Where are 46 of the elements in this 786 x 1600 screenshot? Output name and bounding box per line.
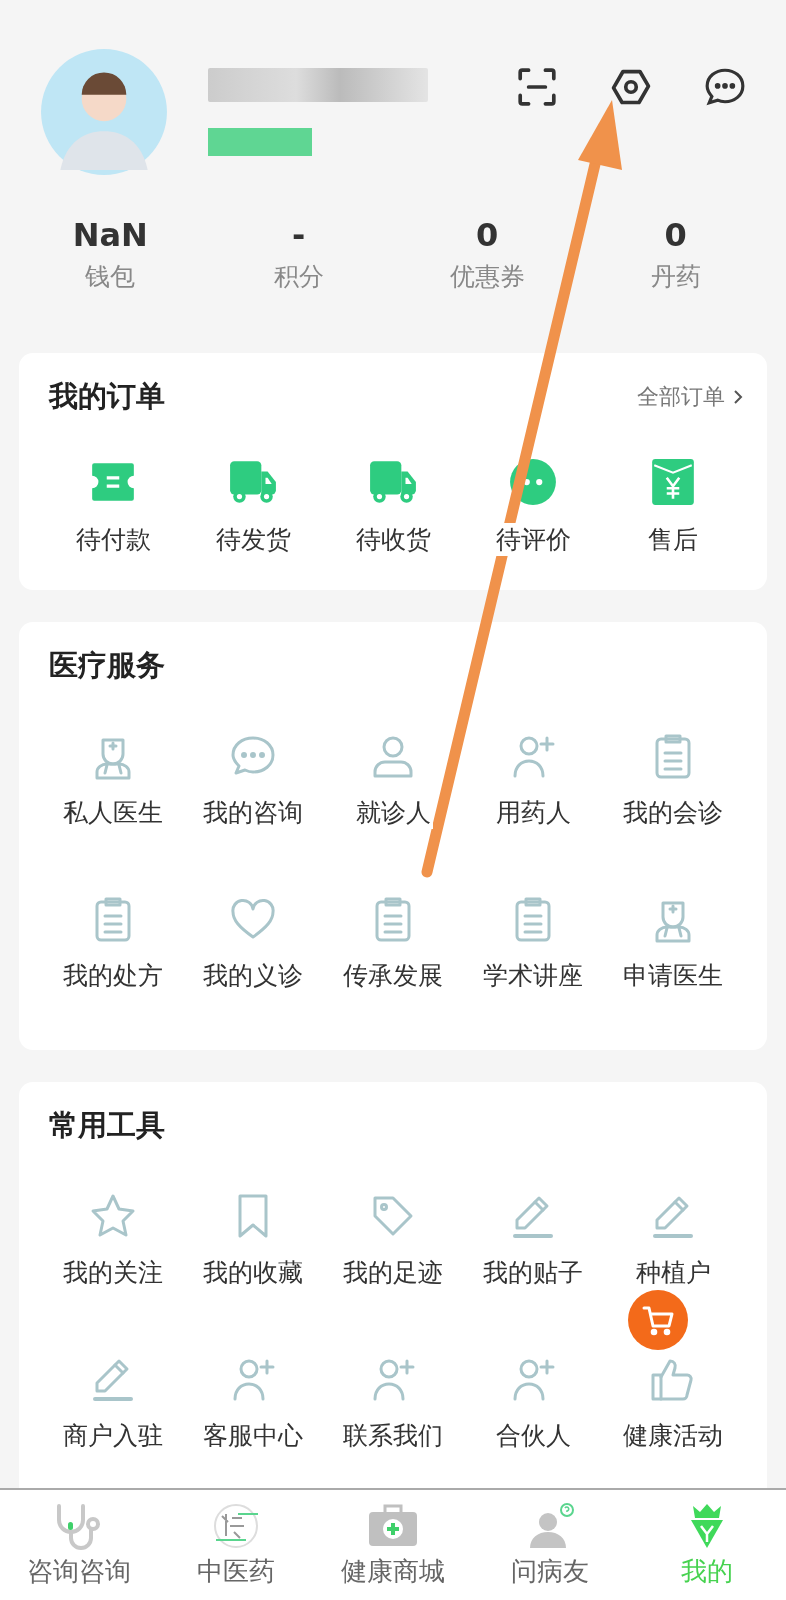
all-orders-link[interactable]: 全部订单 [637, 382, 743, 412]
service-item[interactable]: 商户入驻 [43, 1355, 183, 1452]
section-title: 医疗服务 [49, 647, 165, 684]
order-status-item[interactable]: 售后 [603, 457, 743, 556]
service-item[interactable]: 申请医生 [603, 895, 743, 992]
avatar[interactable] [38, 46, 170, 178]
service-item[interactable]: 用药人 [463, 732, 603, 829]
service-item[interactable]: 私人医生 [43, 732, 183, 829]
section-title: 我的订单 [49, 378, 165, 415]
stat-value: NaN [72, 216, 148, 254]
stat-label: 钱包 [85, 261, 136, 293]
service-item[interactable]: 我的贴子 [463, 1192, 603, 1289]
chevron-right-icon [733, 389, 743, 405]
service-item[interactable]: 合伙人 [463, 1355, 603, 1452]
order-status-item[interactable]: 待收货 [323, 457, 463, 556]
service-item[interactable]: 我的足迹 [323, 1192, 463, 1289]
order-status-item[interactable]: 待付款 [43, 457, 183, 556]
service-item[interactable]: 客服中心 [183, 1355, 323, 1452]
order-status-item[interactable]: 待评价 [463, 457, 603, 556]
service-item[interactable]: 我的咨询 [183, 732, 323, 829]
stat-label: 积分 [273, 261, 324, 293]
service-item[interactable]: 我的关注 [43, 1192, 183, 1289]
service-item[interactable]: 我的会诊 [603, 732, 743, 829]
service-item[interactable]: 健康活动 [603, 1355, 743, 1452]
tab-bar-item[interactable]: 健康商城 [314, 1490, 472, 1600]
service-item[interactable]: 我的收藏 [183, 1192, 323, 1289]
service-item[interactable]: 就诊人 [323, 732, 463, 829]
service-item[interactable]: 我的义诊 [183, 895, 323, 992]
order-status-item[interactable]: 待发货 [183, 457, 323, 556]
service-item[interactable]: 我的处方 [43, 895, 183, 992]
scan-icon[interactable] [516, 66, 558, 108]
stat-label: 丹药 [650, 261, 701, 293]
chat-bubble-icon [508, 457, 558, 507]
tab-bar-item[interactable]: 中医药 [157, 1490, 315, 1600]
service-item[interactable]: 传承发展 [323, 895, 463, 992]
stat-value: 0 [664, 216, 687, 254]
stat-value: - [292, 216, 306, 254]
stat-label: 优惠券 [449, 261, 525, 293]
service-item[interactable]: 联系我们 [323, 1355, 463, 1452]
stat-value: 0 [476, 216, 499, 254]
messages-icon[interactable] [704, 66, 746, 108]
service-item[interactable]: 学术讲座 [463, 895, 603, 992]
section-title: 常用工具 [49, 1107, 165, 1144]
service-item[interactable]: 种植户 [603, 1192, 743, 1289]
tab-bar-item[interactable]: 咨询咨询 [0, 1490, 158, 1600]
tab-bar-item[interactable]: 问病友 [471, 1490, 629, 1600]
